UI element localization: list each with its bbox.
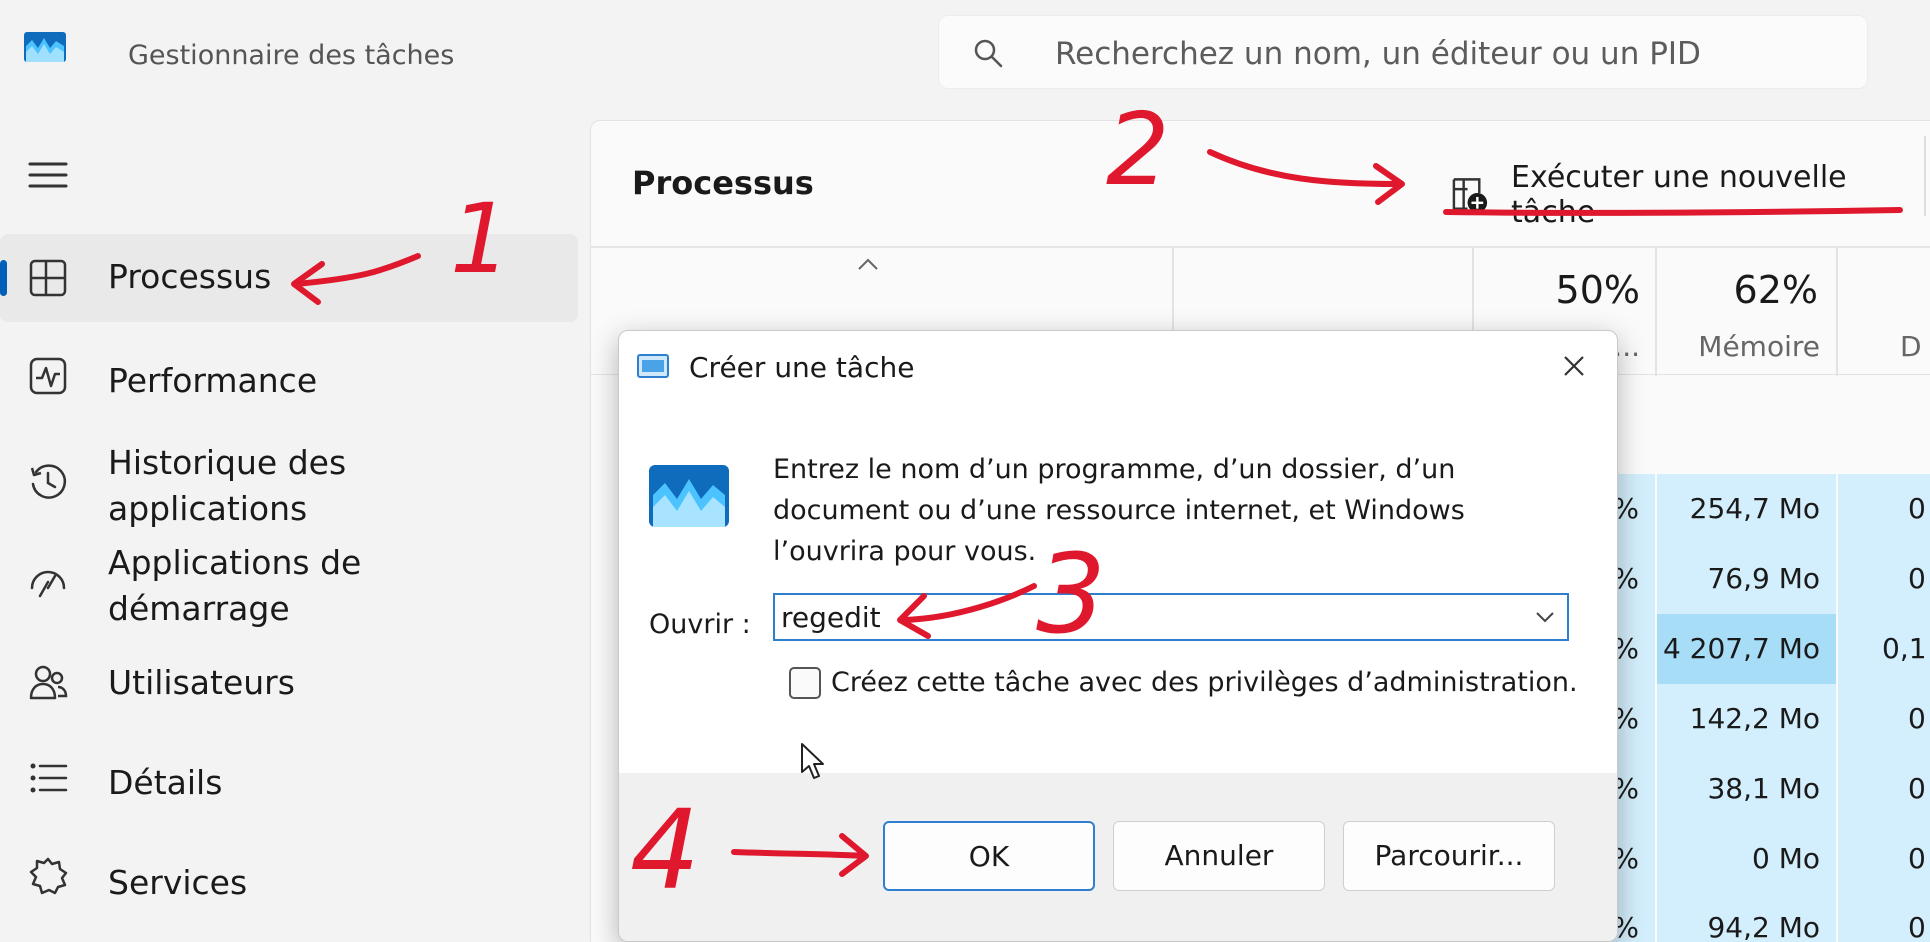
sidebar-item-startup-apps[interactable]: Applications de démarrage [0,536,578,632]
open-combobox[interactable]: regedit [773,593,1569,641]
search-placeholder: Recherchez un nom, un éditeur ou un PID [1055,36,1701,72]
column-divider [1655,246,1657,376]
details-list-icon [30,763,68,793]
memory-cell: 94,2 Mo [1657,894,1836,942]
disk-cell: 0 [1838,894,1930,942]
memory-cell: 76,9 Mo [1657,544,1836,614]
sidebar-item-label: Détails [108,763,223,802]
app-title: Gestionnaire des tâches [128,40,455,71]
browse-button[interactable]: Parcourir... [1343,821,1555,891]
admin-privileges-checkbox[interactable] [789,667,821,699]
disk-cell: 0 [1838,544,1930,614]
cancel-button[interactable]: Annuler [1113,821,1325,891]
disk-cell: 0 [1838,684,1930,754]
toolbar-separator [1924,136,1926,216]
sidebar-item-label: Processus [108,257,272,296]
sidebar-item-details[interactable]: Détails [0,742,578,822]
startup-icon [30,570,66,598]
task-manager-logo-icon [24,32,66,62]
hamburger-menu-icon[interactable] [28,160,68,190]
disk-cell: 0,1 [1838,614,1930,684]
memory-cell: 142,2 Mo [1657,684,1836,754]
open-label: Ouvrir : [649,609,751,640]
sidebar-item-performance[interactable]: Performance [0,340,578,420]
active-indicator [0,260,7,296]
processes-icon [29,259,67,297]
memory-column-percent[interactable]: 62% [1664,268,1818,312]
open-input-value[interactable]: regedit [781,601,881,634]
close-icon[interactable] [1559,351,1589,381]
sidebar-item-label: Performance [108,361,318,400]
memory-cell: 38,1 Mo [1657,754,1836,824]
admin-privileges-label[interactable]: Créez cette tâche avec des privilèges d’… [831,667,1578,698]
run-new-task-button[interactable]: Exécuter une nouvelle tâche [1450,160,1930,230]
run-new-task-label: Exécuter une nouvelle tâche [1511,160,1847,230]
memory-cell: 254,7 Mo [1657,474,1836,544]
sidebar-item-processes[interactable]: Processus [0,234,578,322]
users-icon [29,665,68,700]
sort-ascending-icon[interactable] [856,256,880,272]
disk-cell: 0 [1838,474,1930,544]
memory-cell: 4 207,7 Mo [1657,614,1836,684]
sidebar-item-app-history[interactable]: Historique des applications [0,436,578,532]
disk-cell: 0 [1838,754,1930,824]
new-task-icon [1452,178,1488,213]
sidebar-item-label: Utilisateurs [108,663,295,702]
search-icon [974,39,1003,68]
memory-column-name[interactable]: Mémoire [1664,330,1820,363]
services-gear-icon [29,857,68,895]
create-task-dialog: Créer une tâche Entrez le nom d’un progr… [618,330,1618,942]
memory-cell: 0 Mo [1657,824,1836,894]
mouse-cursor-icon [801,743,824,779]
ok-button[interactable]: OK [883,821,1095,891]
column-divider [1836,246,1838,376]
table-header-top-border [590,246,1930,248]
search-box[interactable]: Recherchez un nom, un éditeur ou un PID [938,15,1868,89]
task-manager-app-icon [649,465,729,527]
sidebar-item-label: Historique des applications [108,443,347,528]
run-dialog-icon [637,354,669,378]
sidebar-item-users[interactable]: Utilisateurs [0,642,578,722]
sidebar-item-services[interactable]: Services [0,842,578,922]
sidebar-item-label: Applications de démarrage [108,543,362,628]
dialog-title: Créer une tâche [689,351,915,384]
cpu-column-percent[interactable]: 50% [1480,268,1640,312]
disk-column-name[interactable]: D [1900,330,1930,363]
performance-icon [29,357,67,395]
dialog-description: Entrez le nom d’un programme, d’un dossi… [773,454,1465,567]
history-icon [30,464,67,499]
page-title: Processus [632,164,814,202]
disk-cell: 0 [1838,824,1930,894]
sidebar-item-label: Services [108,863,248,902]
chevron-down-icon[interactable] [1533,607,1557,627]
